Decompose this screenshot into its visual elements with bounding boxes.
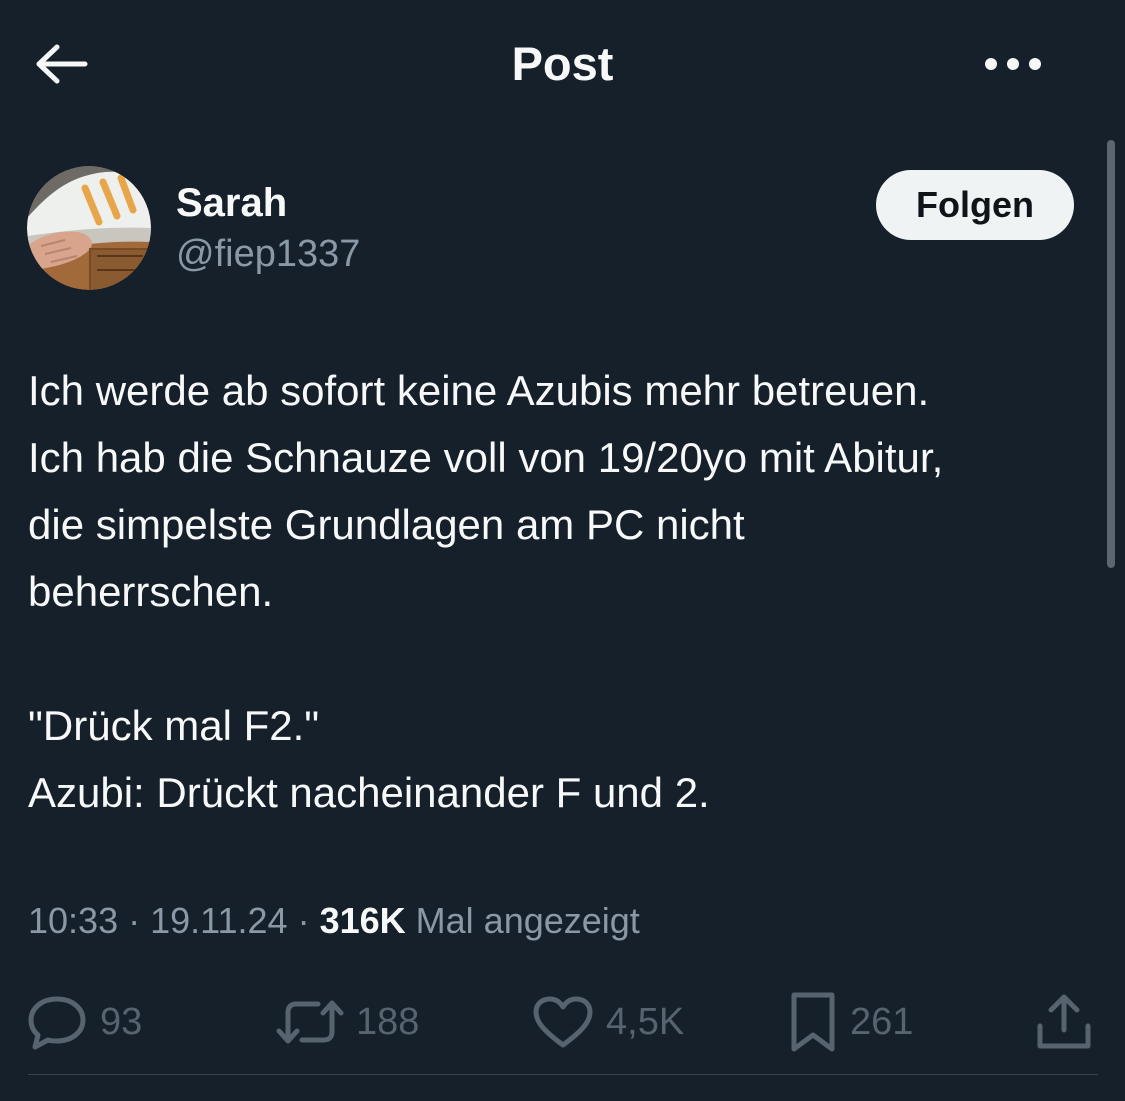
page-title: Post xyxy=(511,37,614,90)
share-button[interactable] xyxy=(1034,990,1094,1054)
view-count: 316K xyxy=(319,900,406,941)
top-bar: Post xyxy=(0,0,1125,130)
share-icon xyxy=(1037,994,1091,1049)
post-text-line: Azubi: Drückt nacheinander F und 2. xyxy=(28,769,710,816)
post-date[interactable]: 19.11.24 xyxy=(150,900,287,941)
repost-count: 188 xyxy=(356,1000,420,1043)
avatar-image xyxy=(27,166,151,290)
author-handle[interactable]: @fiep1337 xyxy=(176,230,360,278)
like-count: 4,5K xyxy=(606,1000,685,1043)
bookmark-count: 261 xyxy=(850,1000,914,1043)
more-horizontal-icon xyxy=(985,58,1041,70)
bookmark-icon xyxy=(791,992,835,1052)
post-text-line: Ich hab die Schnauze voll von 19/20yo mi… xyxy=(28,434,944,481)
reply-button[interactable]: 93 xyxy=(26,990,142,1054)
view-count-label: Mal angezeigt xyxy=(415,900,640,941)
scrollbar[interactable] xyxy=(1107,140,1115,568)
post-text-line: beherrschen. xyxy=(28,568,274,615)
repost-button[interactable]: 188 xyxy=(276,990,419,1054)
separator-dot: · xyxy=(128,900,151,941)
post-text-line: die simpelste Grundlagen am PC nicht xyxy=(28,501,745,548)
avatar[interactable] xyxy=(27,166,151,290)
divider xyxy=(28,1074,1098,1075)
reply-icon xyxy=(28,996,86,1050)
author-name[interactable]: Sarah xyxy=(176,178,287,228)
separator-dot: · xyxy=(297,900,320,941)
more-options-button[interactable] xyxy=(975,40,1051,88)
post-meta: 10:33 · 19.11.24 · 316K Mal angezeigt xyxy=(28,897,640,945)
post-text-line: "Drück mal F2." xyxy=(28,702,320,749)
heart-icon xyxy=(533,996,593,1048)
follow-button[interactable]: Folgen xyxy=(876,170,1074,240)
like-button[interactable]: 4,5K xyxy=(532,990,684,1054)
bookmark-button[interactable]: 261 xyxy=(788,990,913,1054)
post-text-blank-line xyxy=(28,625,1103,692)
repost-icon xyxy=(276,1000,344,1044)
post-text: Ich werde ab sofort keine Azubis mehr be… xyxy=(28,357,1103,826)
reply-count: 93 xyxy=(100,1000,143,1043)
post-text-line: Ich werde ab sofort keine Azubis mehr be… xyxy=(28,367,930,414)
post-time[interactable]: 10:33 xyxy=(28,900,118,941)
